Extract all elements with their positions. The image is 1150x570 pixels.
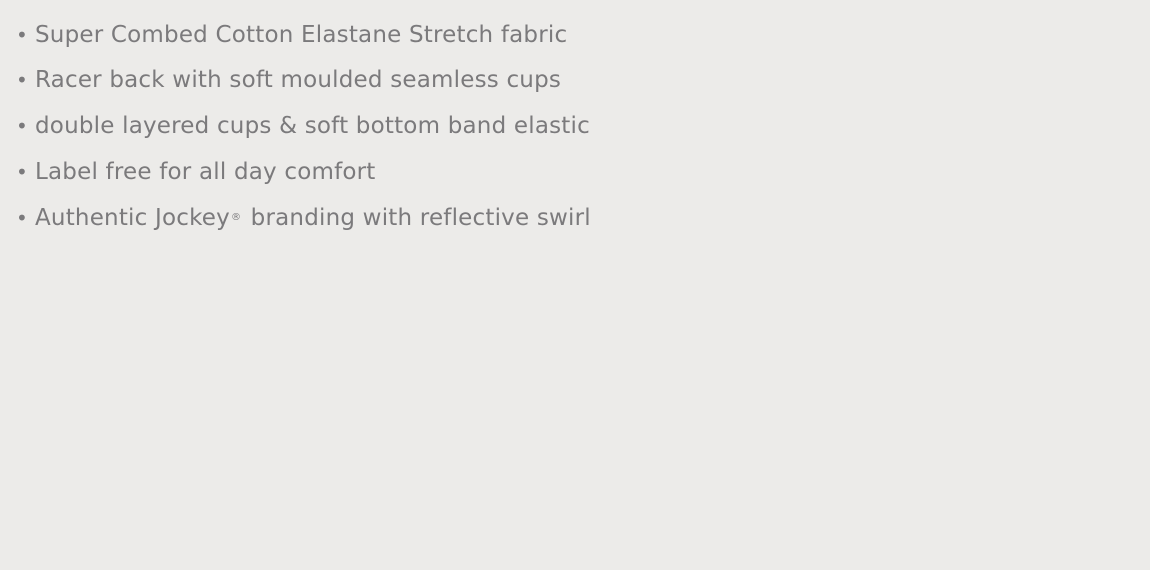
feature-item: • double layered cups & soft bottom band… [16, 103, 591, 149]
feature-text: Authentic Jockey [35, 205, 230, 231]
feature-item: • Label free for all day comfort [16, 149, 591, 195]
bullet-icon: • [16, 114, 28, 138]
feature-text: double layered cups & soft bottom band e… [35, 113, 590, 139]
feature-item: • Racer back with soft moulded seamless … [16, 57, 591, 103]
feature-text-suffix: branding with reflective swirl [243, 205, 591, 231]
product-features-list: • Super Combed Cotton Elastane Stretch f… [16, 18, 591, 241]
bullet-icon: • [16, 160, 28, 184]
feature-text: Super Combed Cotton Elastane Stretch fab… [35, 21, 568, 48]
bullet-icon: • [16, 22, 28, 47]
feature-item: • Super Combed Cotton Elastane Stretch f… [16, 12, 591, 57]
feature-item: • Authentic Jockey ® branding with refle… [16, 195, 591, 241]
feature-text: Racer back with soft moulded seamless cu… [35, 67, 562, 93]
bullet-icon: • [16, 206, 28, 230]
feature-text: Label free for all day comfort [35, 159, 376, 185]
bullet-icon: • [16, 68, 28, 92]
